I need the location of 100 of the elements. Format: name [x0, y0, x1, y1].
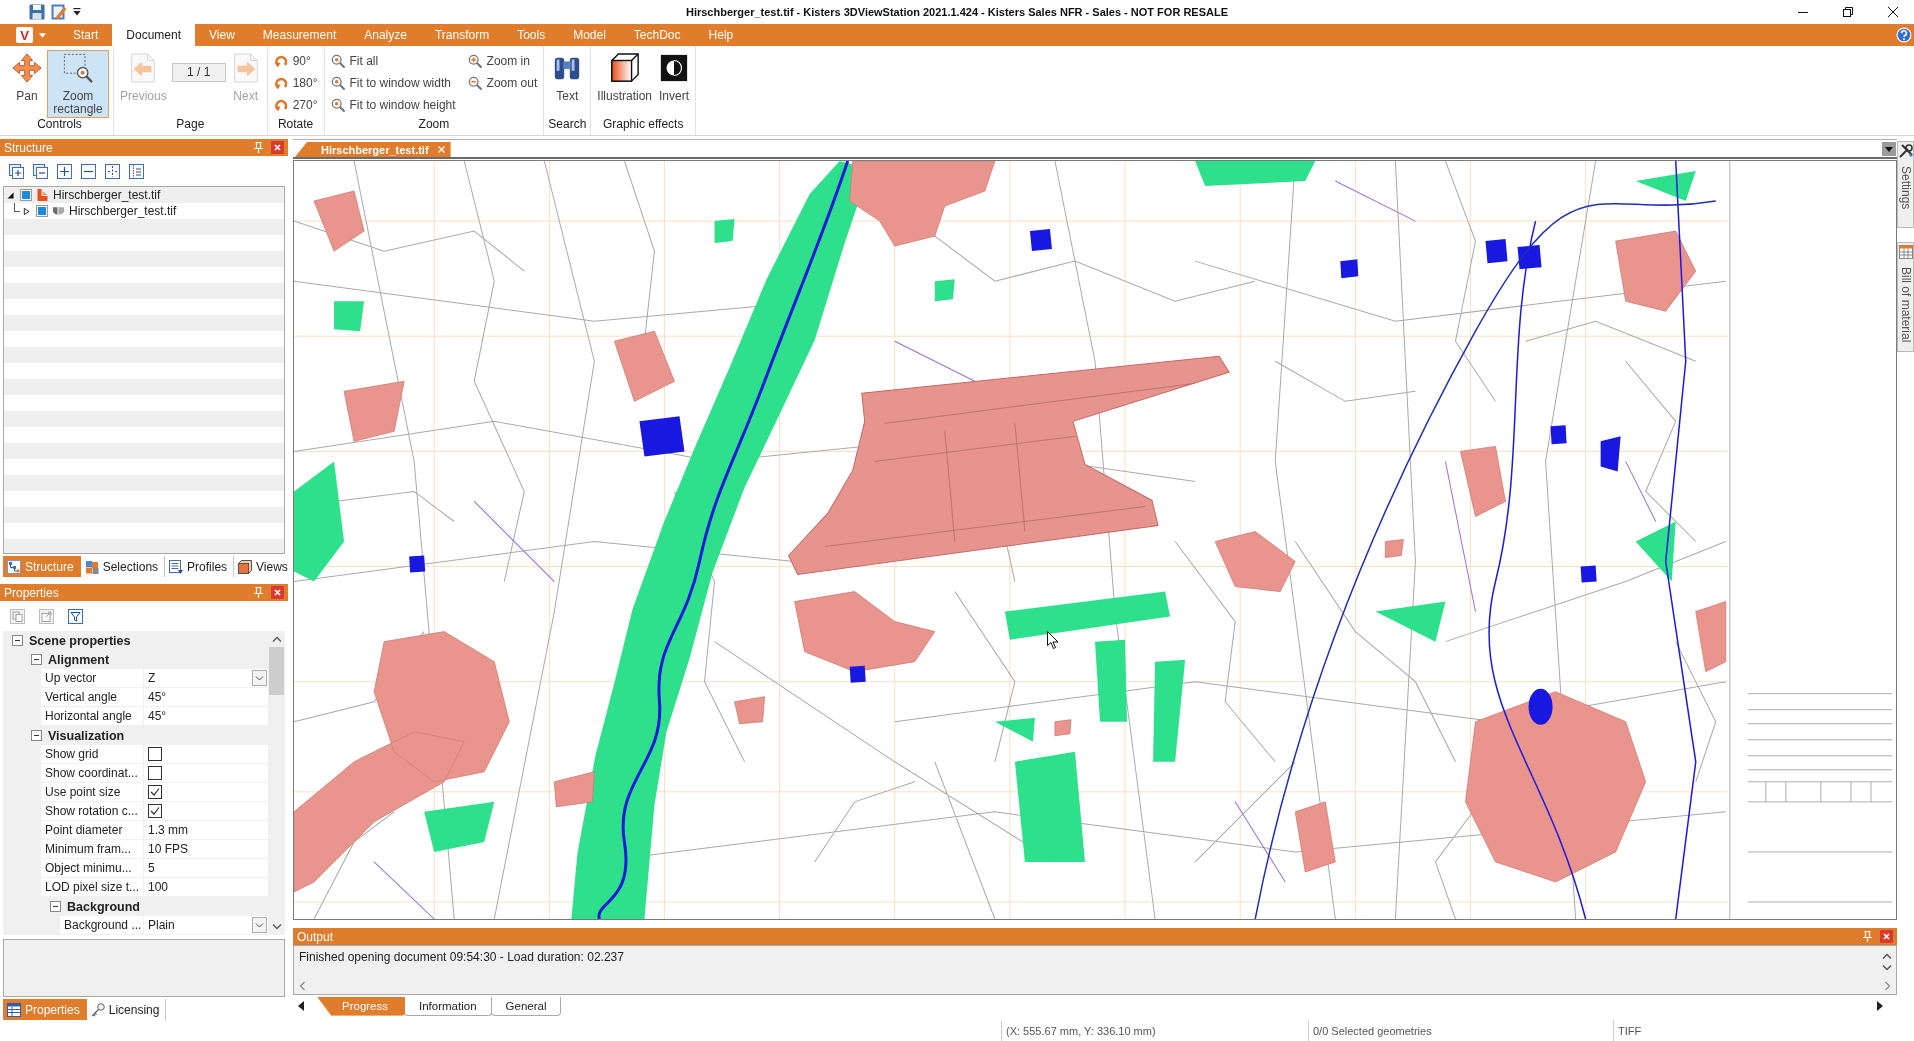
panel-tab[interactable]: Licensing — [86, 999, 167, 1020]
help-icon[interactable] — [1896, 27, 1912, 43]
ribbon-button[interactable]: Zoom out — [465, 72, 540, 94]
dropdown-field[interactable]: Plain — [144, 916, 268, 934]
minus-box-icon[interactable] — [81, 163, 96, 179]
column-list-icon[interactable] — [129, 163, 144, 179]
ribbon-button[interactable]: Fit to window width — [328, 72, 458, 94]
rotate-arrow-icon — [273, 98, 288, 112]
property-value: 100 — [144, 878, 268, 896]
app-logo[interactable]: V — [16, 27, 33, 43]
checkbox[interactable] — [148, 804, 162, 818]
scroll-up-icon[interactable] — [1882, 953, 1892, 959]
window-title: Hirschberger_test.tif - Kisters 3DViewStation 2021.1.424 - Kisters Sales NFR - Sales - NOT FOR RESALE — [685, 6, 1228, 18]
status-text: 0/0 Selected geometries — [1308, 1020, 1613, 1041]
scroll-down-icon[interactable] — [271, 924, 282, 930]
property-name: Use point size — [41, 783, 143, 801]
pin-icon[interactable] — [1863, 931, 1872, 942]
panel-tab[interactable]: Profiles — [165, 556, 235, 577]
minus-box-icon[interactable] — [31, 730, 42, 741]
ribbon-button[interactable]: Zoom rectangle — [47, 50, 109, 118]
box-icon — [238, 559, 253, 574]
ribbon-group-label: Search — [548, 117, 587, 133]
ribbon-group-label: Graphic effects — [602, 117, 684, 133]
document-icon — [37, 189, 48, 201]
tree-diagram-icon — [7, 559, 21, 574]
ribbon-tab[interactable]: Document — [112, 24, 196, 46]
ribbon-button[interactable]: Fit to window height — [328, 94, 458, 116]
output-tab[interactable]: General — [490, 996, 562, 1016]
scroll-down-icon[interactable] — [1882, 965, 1892, 971]
checkbox[interactable] — [148, 747, 162, 761]
ribbon-button[interactable]: 90° — [271, 50, 320, 72]
visibility-checkbox[interactable] — [20, 189, 32, 201]
panel-title: Structure — [4, 140, 54, 155]
ribbon-group-label: Controls — [37, 117, 82, 133]
panel-tab[interactable]: Selections — [80, 556, 166, 577]
stacked-minus-icon[interactable] — [33, 163, 48, 179]
property-name: Horizontal angle — [41, 707, 143, 725]
edit-icon[interactable] — [51, 4, 67, 20]
ribbon-button[interactable]: Fit all — [328, 50, 458, 72]
tree-item[interactable]: Hirschberger_test.tif — [53, 188, 161, 202]
ribbon-button[interactable]: Zoom in — [465, 50, 540, 72]
property-name: Up vector — [41, 669, 143, 687]
table-icon — [1898, 245, 1913, 260]
tabs-dropdown-icon[interactable] — [1882, 141, 1896, 156]
property-value: 5 — [144, 859, 268, 877]
dropdown-field[interactable]: Z — [144, 669, 268, 687]
property-value: 45° — [144, 688, 268, 706]
log-message: Finished opening document 09:54:30 - Load duration: 02.237 — [298, 949, 625, 966]
split-box-icon[interactable] — [105, 163, 120, 179]
property-value: 1.3 mm — [144, 821, 268, 839]
property-group-label: Background — [67, 899, 140, 914]
ribbon-button[interactable]: 180° — [271, 72, 320, 94]
caret-icon[interactable] — [39, 32, 46, 38]
visibility-checkbox[interactable] — [36, 205, 48, 217]
tab-close-icon[interactable] — [437, 146, 445, 153]
triangle-right-icon[interactable] — [1877, 1001, 1883, 1011]
pin-icon[interactable] — [254, 587, 263, 598]
property-name: Show grid — [41, 745, 143, 763]
checkbox[interactable] — [148, 766, 162, 780]
ribbon-button[interactable]: Illustration — [595, 50, 654, 105]
tree-item[interactable]: Hirschberger_test.tif — [69, 204, 177, 218]
property-value: 45° — [144, 707, 268, 725]
customize-caret-icon[interactable] — [73, 8, 81, 16]
copy-icon[interactable] — [10, 608, 25, 624]
ribbon-button[interactable]: 270° — [271, 94, 320, 116]
zoom-out-icon — [467, 76, 482, 90]
minus-box-icon[interactable] — [12, 635, 23, 646]
sidebar-tab[interactable]: Bill of material — [1897, 242, 1914, 352]
sidebar-tab[interactable]: Settings — [1897, 141, 1914, 229]
restore-icon[interactable] — [1843, 7, 1853, 17]
pin-icon[interactable] — [254, 142, 263, 153]
key-icon — [90, 1002, 105, 1017]
checkbox[interactable] — [148, 785, 162, 799]
panel-title: Output — [297, 929, 335, 944]
filter-icon[interactable] — [68, 608, 83, 624]
scroll-up-icon[interactable] — [271, 636, 282, 642]
property-name: Show coordinat... — [41, 764, 143, 782]
save-icon[interactable] — [29, 4, 45, 20]
page-number-field[interactable]: 1 / 1 — [171, 62, 226, 82]
collapsed-triangle-icon[interactable] — [23, 207, 30, 215]
minus-box-icon[interactable] — [50, 901, 61, 912]
minus-box-icon[interactable] — [31, 654, 42, 665]
property-group-label: Visualization — [48, 728, 125, 743]
export-icon[interactable] — [39, 608, 54, 624]
stacked-plus-icon[interactable] — [9, 163, 24, 179]
property-value: 10 FPS — [144, 840, 268, 858]
move-arrows-icon — [12, 53, 42, 83]
ribbon-button[interactable]: Pan — [10, 50, 44, 105]
cubes-icon — [84, 559, 99, 574]
property-name: Vertical angle — [41, 688, 143, 706]
cursor-arrow-icon — [1047, 631, 1059, 649]
close-icon[interactable] — [1888, 7, 1898, 17]
magnifier-icon — [330, 54, 345, 68]
plus-box-icon[interactable] — [57, 163, 72, 179]
scroll-thumb[interactable] — [269, 647, 284, 695]
ribbon-button[interactable]: Invert — [657, 50, 692, 105]
expanded-triangle-icon[interactable] — [7, 191, 14, 199]
triangle-left-icon[interactable] — [298, 1001, 304, 1011]
ribbon-button[interactable]: Text — [550, 50, 585, 105]
status-text: (X: 555.67 mm, Y: 336.10 mm) — [1001, 1020, 1308, 1041]
